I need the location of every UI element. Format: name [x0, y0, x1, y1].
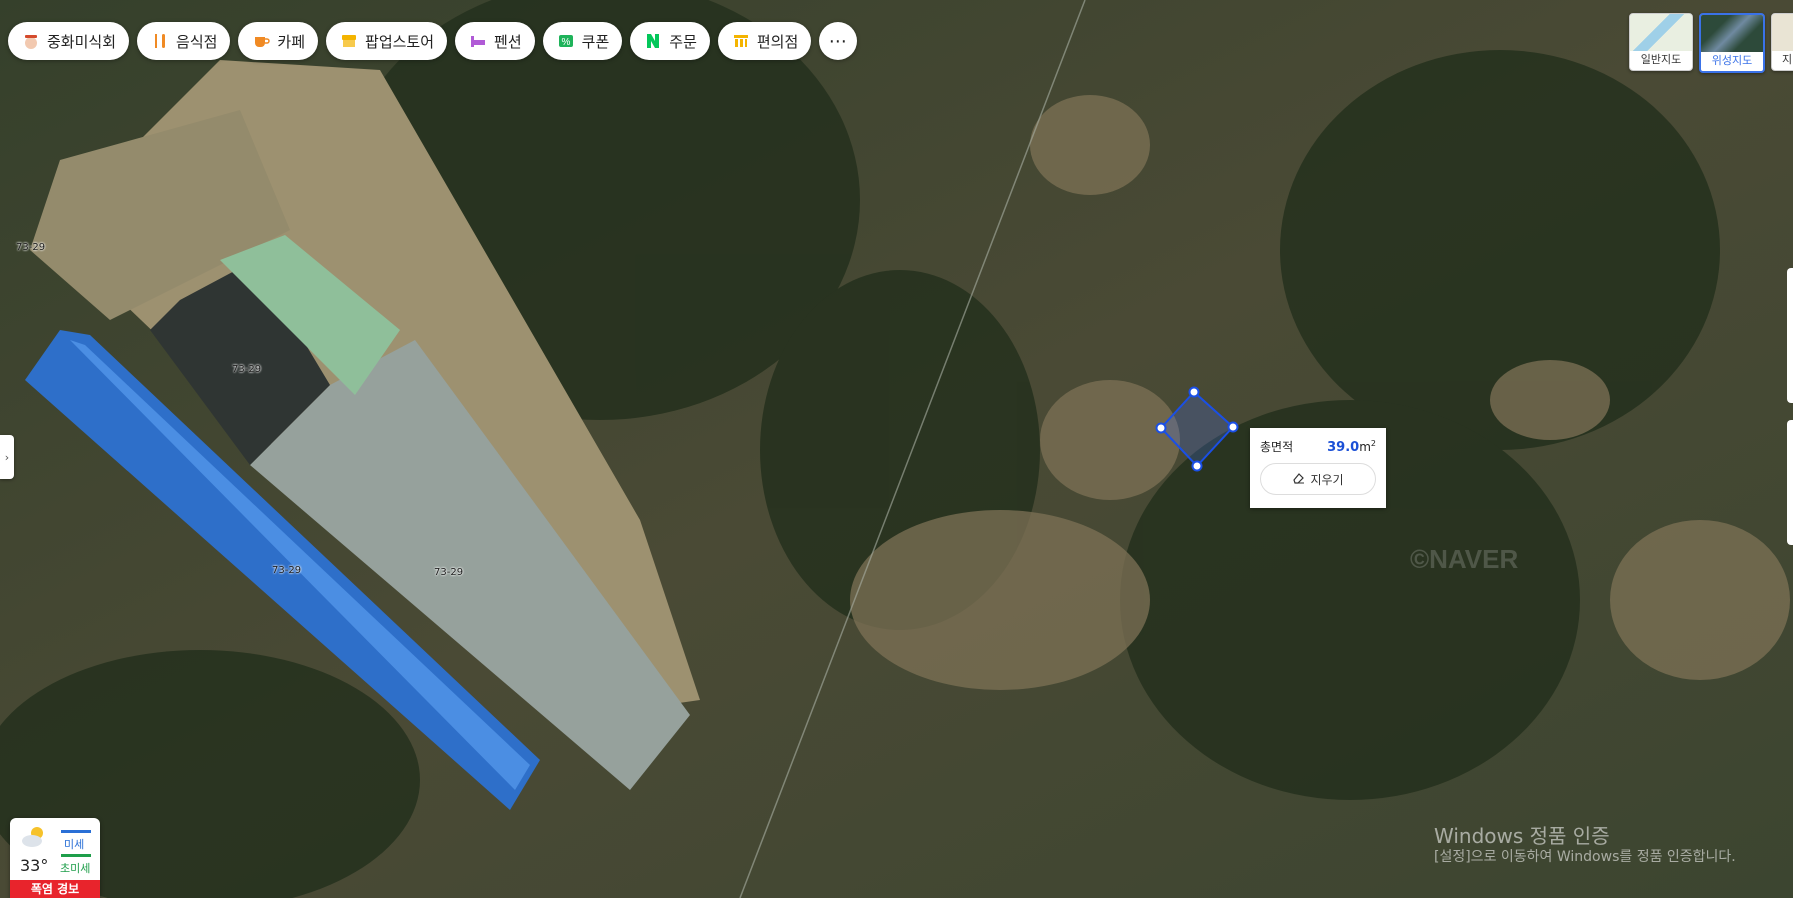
- cafe-icon: [251, 31, 271, 51]
- temperature: 33°: [20, 856, 49, 875]
- map-type-label: 지: [1781, 53, 1793, 66]
- pension-icon: [468, 31, 488, 51]
- area-measure-popup: 총면적 39.0m2 지우기: [1250, 428, 1386, 508]
- ultra-fine-dust-bar: [61, 854, 91, 857]
- cadastral-map-thumbnail: [1772, 14, 1793, 51]
- parcel-label: 73-29: [272, 565, 302, 576]
- category-chip-convenience-store[interactable]: 편의점: [717, 22, 812, 60]
- vertex-handle[interactable]: [1227, 421, 1239, 433]
- partly-cloudy-icon: [20, 824, 48, 854]
- area-total-label: 총면적: [1260, 440, 1294, 454]
- category-chip-label: 팝업스토어: [365, 32, 435, 51]
- vertex-handle[interactable]: [1155, 422, 1167, 434]
- satellite-map[interactable]: ©NAVER: [0, 0, 1793, 898]
- area-total-row: 총면적 39.0m2: [1260, 438, 1376, 455]
- erase-measure-button[interactable]: 지우기: [1260, 463, 1376, 495]
- vertex-handle[interactable]: [1188, 386, 1200, 398]
- restaurant-icon: [150, 31, 170, 51]
- weather-widget[interactable]: 33° 미세 초미세 폭염 경보: [10, 818, 100, 898]
- map-type-normal[interactable]: 일반지도: [1629, 13, 1693, 71]
- erase-measure-label: 지우기: [1310, 472, 1344, 487]
- heat-wave-alert-badge: 폭염 경보: [10, 880, 100, 898]
- area-total-value-group: 39.0m2: [1327, 439, 1376, 455]
- chevron-right-icon: ›: [4, 450, 10, 464]
- convenience-store-icon: [731, 31, 751, 51]
- category-chip-label: 카페: [277, 32, 306, 51]
- area-unit: m: [1359, 440, 1371, 454]
- category-chip-popup-store[interactable]: 팝업스토어: [326, 22, 448, 60]
- ultra-fine-dust-label: 초미세: [60, 862, 91, 875]
- parcel-label: 73-29: [434, 567, 464, 578]
- parcel-label: 73-29: [16, 242, 46, 253]
- category-chip-restaurant[interactable]: 음식점: [137, 22, 231, 60]
- map-type-label: 일반지도: [1640, 53, 1682, 66]
- category-chip-label: 편의점: [756, 32, 799, 51]
- map-type-cadastral[interactable]: 지: [1771, 13, 1793, 71]
- chinese-food-icon: [21, 31, 41, 51]
- category-chip-pension[interactable]: 펜션: [455, 22, 535, 60]
- category-filter-bar: 중화미식회 음식점 카페 팝업스토어 펜션 % 쿠폰 주문 편의점 ⋯: [8, 22, 858, 60]
- popup-store-icon: [339, 31, 359, 51]
- area-unit-exponent: 2: [1370, 439, 1376, 448]
- side-panel-toggle[interactable]: ›: [0, 435, 14, 479]
- eraser-icon: [1292, 471, 1305, 487]
- map-type-satellite[interactable]: 위성지도: [1699, 13, 1765, 73]
- category-chip-order[interactable]: 주문: [630, 22, 710, 60]
- map-type-switcher: 일반지도 위성지도 지: [1629, 13, 1793, 73]
- vertex-handle[interactable]: [1191, 460, 1203, 472]
- category-chip-chinese-food[interactable]: 중화미식회: [8, 22, 130, 60]
- windows-activation-title: Windows 정품 인증: [1434, 824, 1610, 848]
- naver-order-icon: [643, 31, 663, 51]
- category-chip-label: 펜션: [494, 32, 522, 51]
- category-chip-label: 쿠폰: [581, 32, 610, 51]
- category-chip-label: 주문: [669, 32, 697, 51]
- category-chip-label: 중화미식회: [47, 32, 117, 51]
- svg-text:%: %: [561, 37, 570, 48]
- satellite-map-thumbnail: [1701, 15, 1763, 52]
- more-categories-button[interactable]: ⋯: [819, 22, 858, 60]
- map-type-label: 위성지도: [1711, 54, 1753, 67]
- right-panel-edge[interactable]: [1787, 268, 1793, 403]
- coupon-icon: %: [556, 31, 576, 51]
- windows-activation-message: [설정]으로 이동하여 Windows를 정품 인증합니다.: [1434, 849, 1736, 865]
- category-chip-label: 음식점: [176, 32, 218, 51]
- category-chip-cafe[interactable]: 카페: [238, 22, 319, 60]
- parcel-label: 73-29: [232, 364, 262, 375]
- normal-map-thumbnail: [1630, 14, 1692, 51]
- area-total-value: 39.0: [1327, 440, 1360, 455]
- fine-dust-bar: [61, 830, 91, 833]
- map-watermark: ©NAVER: [1410, 544, 1518, 574]
- fine-dust-label: 미세: [64, 838, 85, 851]
- right-panel-edge[interactable]: [1787, 420, 1793, 545]
- category-chip-coupon[interactable]: % 쿠폰: [542, 22, 623, 60]
